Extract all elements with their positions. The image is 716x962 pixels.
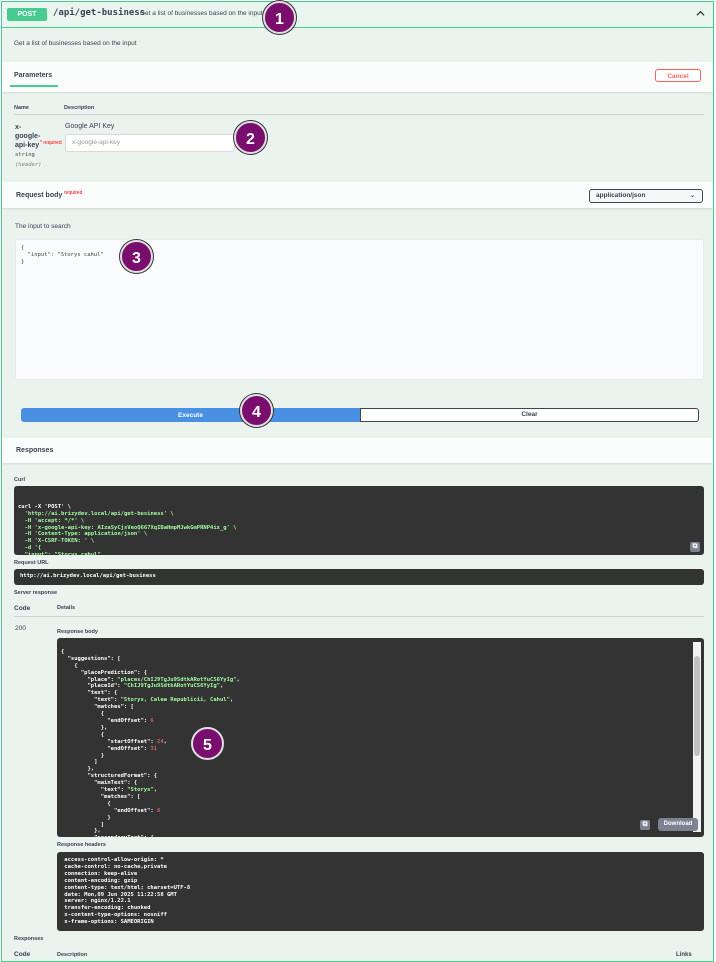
response-header-line: x-content-type-options: nosniff: [61, 912, 171, 919]
param-type: string: [15, 152, 35, 158]
param-description: Google API Key: [65, 123, 115, 130]
response-header-line: server: nginx/1.22.1: [61, 898, 134, 905]
operation-description: Get a list of businesses based on the in…: [14, 40, 137, 47]
annotation-marker: 5: [191, 727, 224, 760]
scrollbar-thumb[interactable]: [694, 656, 700, 756]
chevron-up-icon[interactable]: [696, 9, 705, 18]
copy-icon[interactable]: ⧉: [640, 820, 650, 830]
response-headers-label: Response headers: [57, 842, 106, 848]
chevron-down-icon: ⌄: [689, 193, 695, 199]
curl-line: -d '{: [18, 545, 42, 552]
response-header-line: access-control-allow-origin: *: [61, 857, 167, 863]
curl-line: "input": "Storys cahul": [18, 552, 700, 555]
divider: [14, 616, 704, 617]
server-response-label: Server response: [14, 590, 58, 596]
bottom-code-header: Code: [14, 951, 31, 958]
response-code: 200: [15, 625, 26, 632]
annotation-marker: 1: [263, 1, 296, 34]
request-url: http://ai.brizydev.local/api/get-busines…: [14, 569, 704, 585]
method-badge: POST: [7, 8, 47, 21]
response-header-line: transfer-encoding: chunked: [61, 905, 154, 912]
curl-label: Curl: [14, 477, 25, 483]
curl-line: curl -X 'POST' \: [18, 503, 71, 510]
scrollbar[interactable]: [693, 642, 701, 832]
curl-line: 'http://ai.brizydev.local/api/get-busine…: [18, 510, 174, 517]
response-headers: access-control-allow-origin: * cache-con…: [57, 852, 704, 931]
code-header: Code: [14, 605, 31, 612]
tab-parameters[interactable]: Parameters: [14, 72, 52, 79]
curl-line: -H 'accept: */*' \: [18, 517, 85, 524]
param-required: * required: [40, 140, 62, 146]
response-header-line: date: Mon,09 Jun 2025 11:22:58 GMT: [61, 891, 181, 898]
col-header-name: Name: [14, 105, 29, 111]
col-header-description: Description: [64, 105, 95, 111]
response-header-line: content-type: text/html; charset=UTF-8: [61, 884, 194, 891]
parameters-header: [2, 62, 713, 92]
tab-underline: [10, 85, 58, 87]
content-type-select[interactable]: application/json ⌄: [589, 189, 703, 203]
operation-block: POST /api/get-business Get a list of bus…: [1, 1, 714, 962]
responses-header: [2, 438, 713, 463]
request-body-required: required: [64, 190, 83, 196]
api-key-input[interactable]: x-google-api-key: [65, 134, 235, 152]
curl-line: -H 'X-CSRF-TOKEN: ' \: [18, 538, 95, 545]
operation-path: /api/get-business: [53, 8, 146, 18]
annotation-marker: 2: [234, 121, 267, 154]
clear-button[interactable]: Clear: [360, 408, 699, 422]
responses-title: Responses: [16, 447, 54, 454]
download-button[interactable]: Download: [658, 818, 698, 831]
annotation-marker: 4: [240, 394, 273, 427]
operation-header[interactable]: POST /api/get-business Get a list of bus…: [2, 2, 713, 28]
execute-button[interactable]: Execute: [21, 408, 360, 422]
content-type-value: application/json: [596, 192, 646, 199]
cancel-button[interactable]: Cancel: [655, 69, 701, 82]
annotation-marker: 3: [120, 240, 153, 273]
response-body-label: Response body: [57, 629, 98, 635]
bottom-description-header: Description: [57, 952, 88, 958]
details-header: Details: [57, 605, 76, 611]
copy-icon[interactable]: ⧉: [690, 542, 700, 552]
param-location: (header): [15, 162, 42, 168]
request-body-label: Request body: [16, 192, 63, 199]
responses-bottom-title: Responses: [14, 936, 44, 942]
curl-block[interactable]: curl -X 'POST' \ 'http://ai.brizydev.loc…: [14, 486, 704, 555]
operation-summary: Get a list of businesses based on the in…: [140, 10, 263, 17]
bottom-links-header: Links: [676, 952, 692, 958]
response-header-line: content-encoding: gzip: [61, 877, 141, 884]
curl-line: -H 'Content-Type: application/json' \: [18, 531, 148, 538]
request-url-label: Request URL: [14, 560, 49, 566]
response-header-line: cache-control: no-cache,private: [61, 863, 171, 870]
request-body-description: The input to search: [15, 223, 71, 230]
response-header-line: connection: keep-alive: [61, 870, 141, 877]
request-body-editor[interactable]: { "input": "Storys cahul" }: [15, 239, 704, 380]
divider: [14, 114, 704, 115]
response-header-line: x-frame-options: SAMEORIGIN: [61, 919, 158, 926]
response-body[interactable]: { "suggestions": [ { "placePrediction": …: [57, 638, 704, 837]
